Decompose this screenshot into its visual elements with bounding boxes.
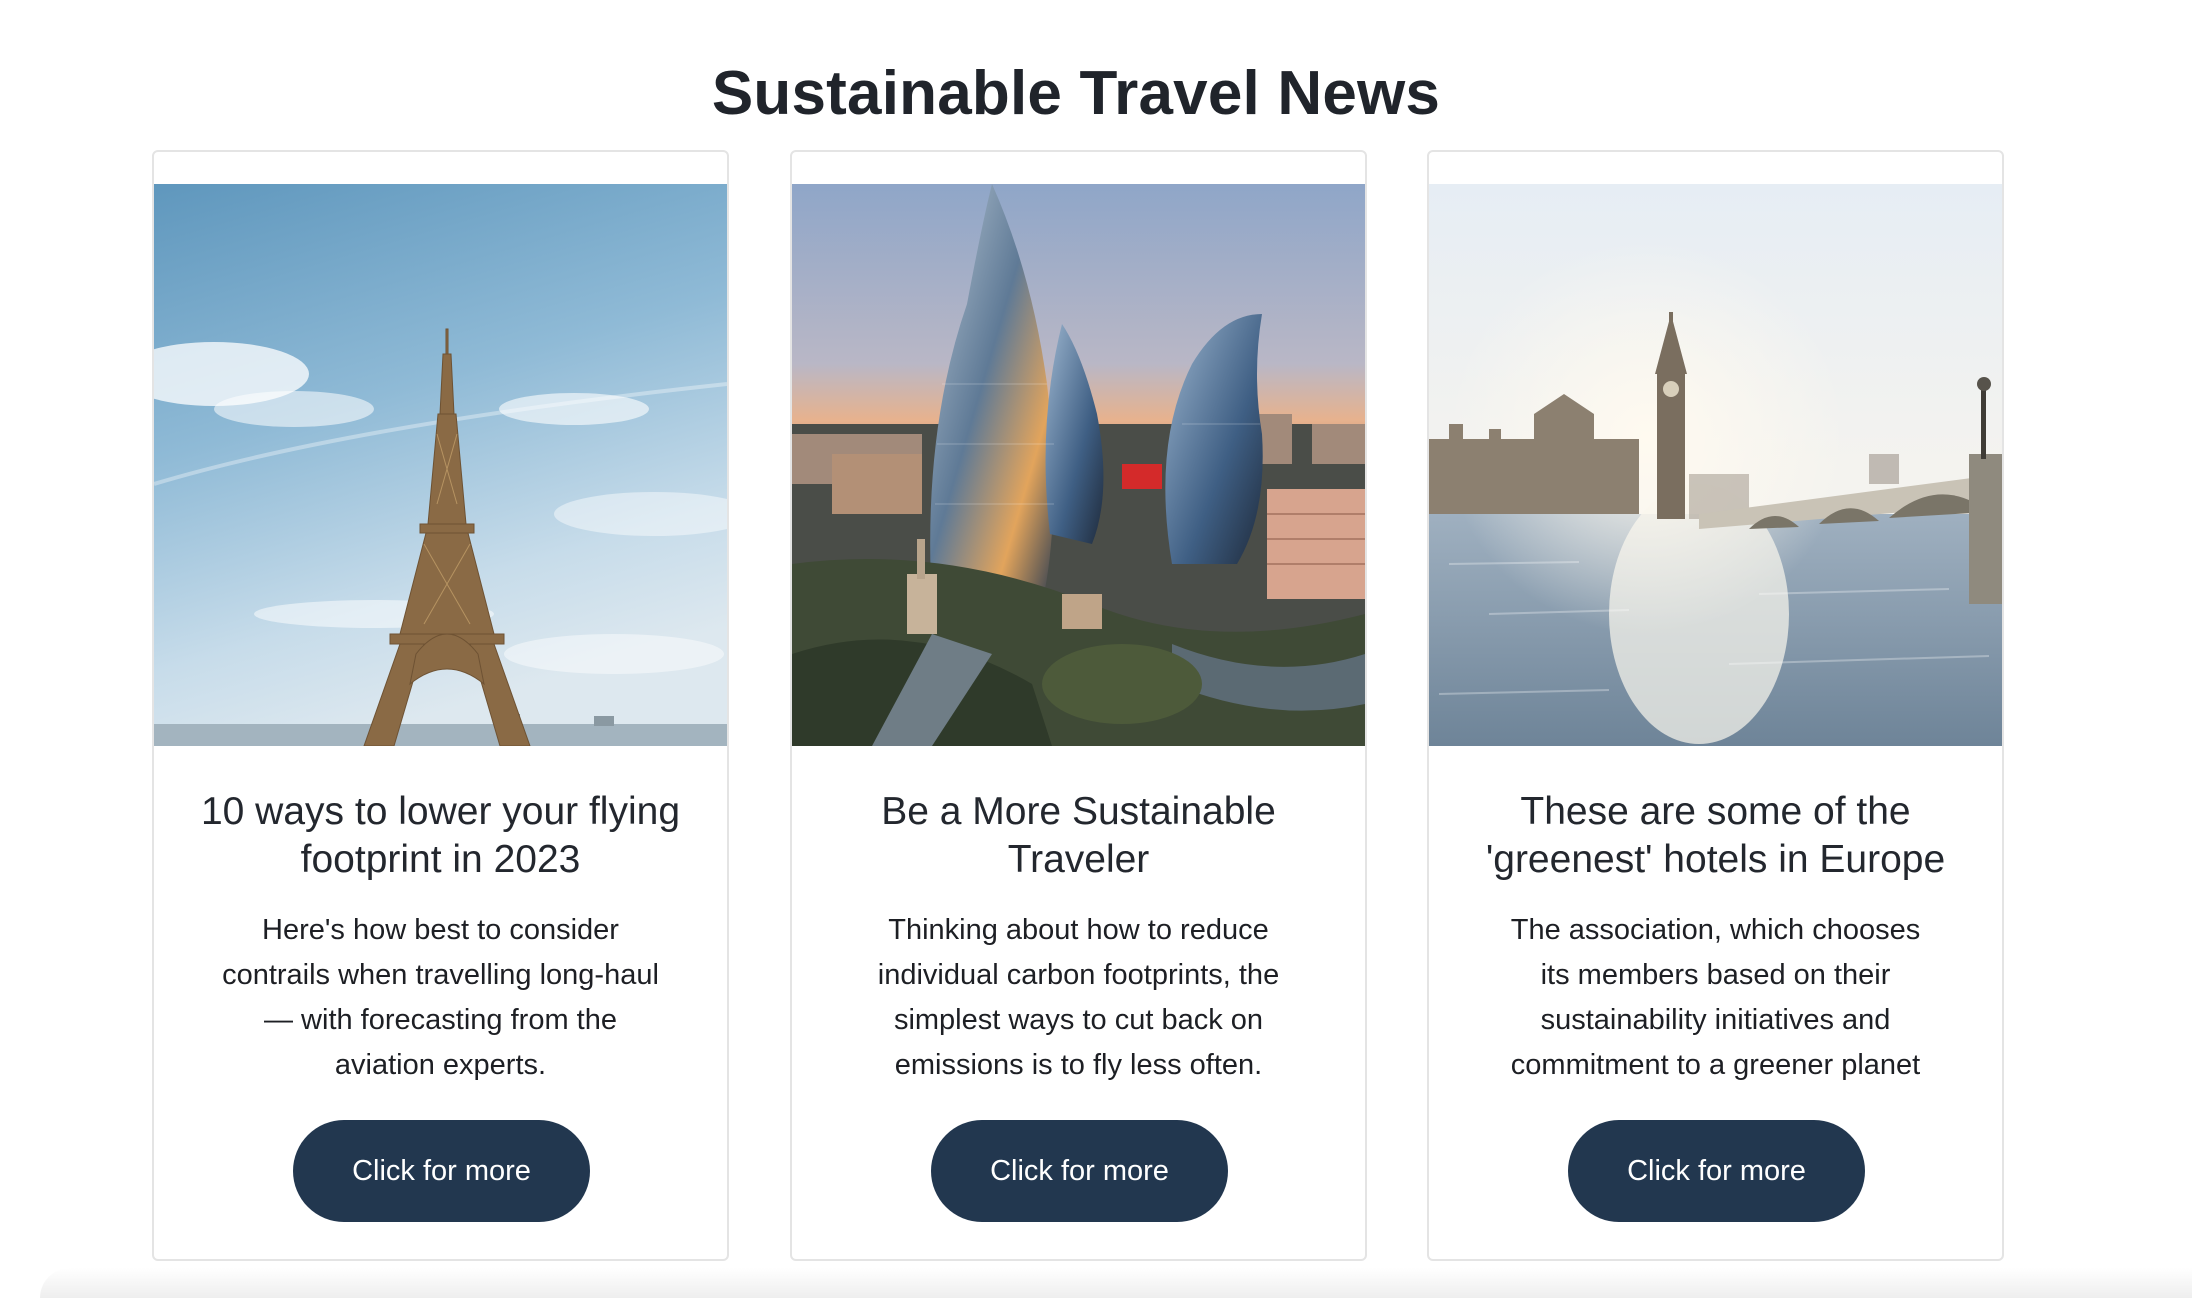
click-for-more-button[interactable]: Click for more [1568, 1120, 1865, 1222]
card-description: Thinking about how to reduce individual … [877, 914, 1280, 1081]
card-title[interactable]: 10 ways to lower your flying footprint i… [184, 788, 697, 884]
westminster-image [1429, 184, 2002, 746]
card-image[interactable] [1429, 184, 2002, 746]
card-description: Here's how best to consider contrails wh… [222, 914, 659, 1081]
news-card: These are some of the 'greenest' hotels … [1427, 150, 2004, 1261]
news-card: Be a More Sustainable Traveler Thinking … [790, 150, 1367, 1261]
card-image[interactable] [792, 184, 1365, 746]
card-description: The association, which chooses its membe… [1510, 914, 1921, 1081]
card-image[interactable] [154, 184, 727, 746]
page-bottom-edge [40, 1268, 2192, 1298]
news-card: 10 ways to lower your flying footprint i… [152, 150, 729, 1261]
eiffel-tower-image [154, 184, 727, 746]
card-title[interactable]: These are some of the 'greenest' hotels … [1459, 788, 1972, 884]
click-for-more-button[interactable]: Click for more [293, 1120, 590, 1222]
page-title: Sustainable Travel News [711, 59, 1441, 128]
flame-towers-image [792, 184, 1365, 746]
card-title[interactable]: Be a More Sustainable Traveler [822, 788, 1335, 884]
click-for-more-button[interactable]: Click for more [931, 1120, 1228, 1222]
